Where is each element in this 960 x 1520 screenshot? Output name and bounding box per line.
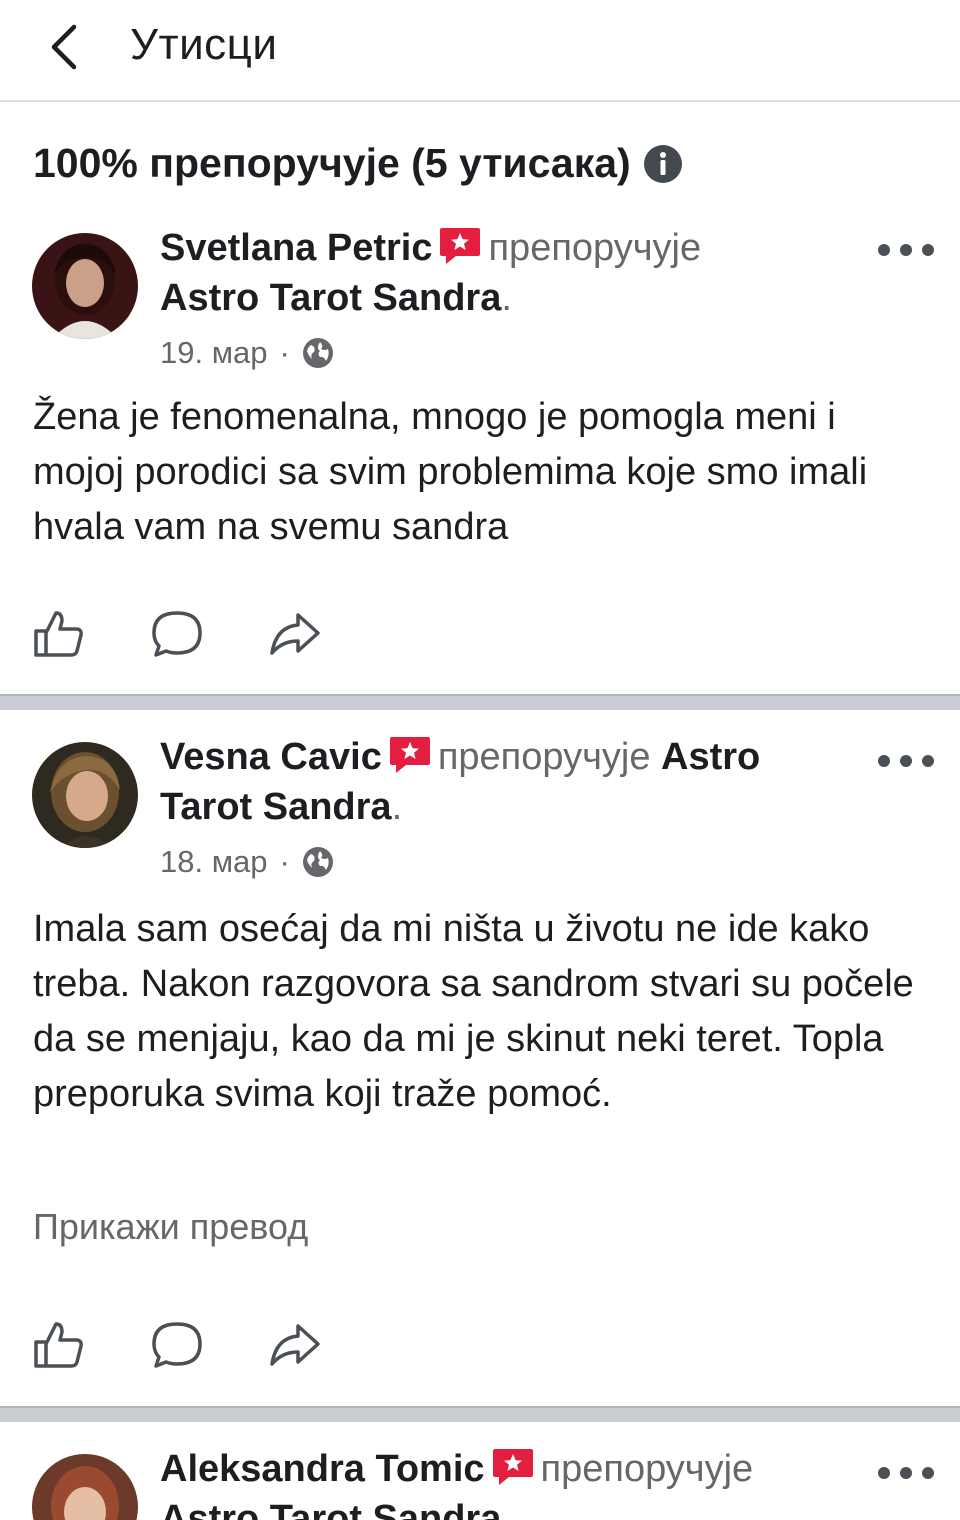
review-actions [30,607,384,661]
recommend-badge-icon [491,1447,535,1487]
share-icon [270,613,320,655]
review-header: Aleksandra Tomic препоручује Astro Tarot … [160,1444,840,1520]
globe-icon [302,846,334,878]
like-icon [34,611,83,657]
review-text: Imala sam osećaj da mi ništa u životu ne… [33,908,914,1115]
avatar[interactable] [32,742,138,848]
page-name[interactable]: Astro Tarot Sandra [160,1498,501,1520]
summary-text: 100% препоручује (5 утисака) [33,140,631,186]
info-icon[interactable] [643,144,683,184]
like-icon [34,1322,83,1368]
review-actions [30,1318,384,1372]
dot-icon [922,244,934,256]
review-date[interactable]: 18. мар [160,844,268,880]
chevron-left-icon [51,24,77,70]
comment-icon [152,611,202,657]
comment-button[interactable] [148,1318,206,1372]
recommends-label: препоручује [488,227,702,269]
avatar[interactable] [32,1454,138,1520]
review-card: Svetlana Petric препоручује Astro Tarot S… [0,215,960,693]
share-button[interactable] [266,607,324,661]
recommendation-summary: 100% препоручује (5 утисака) [33,140,683,187]
more-options-button[interactable] [878,746,934,776]
recommends-label: препоручује [540,1448,754,1490]
author-name[interactable]: Svetlana Petric [160,227,432,269]
like-button[interactable] [30,607,88,661]
section-divider [0,1406,960,1422]
review-meta: 18. мар · [160,844,334,880]
review-card: Aleksandra Tomic препоручује Astro Tarot … [0,1422,960,1520]
share-button[interactable] [266,1318,324,1372]
back-button[interactable] [38,22,88,72]
more-options-button[interactable] [878,235,934,265]
more-options-button[interactable] [878,1458,934,1488]
dot-icon [878,1467,890,1479]
review-header: Svetlana Petric препоручује Astro Tarot S… [160,226,702,319]
dot-icon [900,244,912,256]
review-card: Vesna Cavic препоручује Astro Tarot Sandr… [0,710,960,1404]
page-name[interactable]: Astro Tarot Sandra [160,277,501,319]
dot-icon [878,755,890,767]
like-button[interactable] [30,1318,88,1372]
review-text: Žena je fenomenalna, mnogo je pomogla me… [33,396,868,548]
recommend-badge-icon [388,735,432,775]
avatar[interactable] [32,233,138,339]
author-name[interactable]: Vesna Cavic [160,736,382,778]
review-meta: 19. мар · [160,335,334,371]
top-bar: Утисци [0,0,960,102]
meta-separator: · [279,335,290,370]
review-header: Vesna Cavic препоручује Astro Tarot Sandr… [160,735,761,828]
meta-separator: · [279,844,290,879]
dot-icon [900,755,912,767]
comment-icon [152,1322,202,1368]
recommends-label: препоручује [437,736,651,778]
author-name[interactable]: Aleksandra Tomic [160,1448,485,1490]
comment-button[interactable] [148,607,206,661]
section-divider [0,694,960,710]
dot-icon [922,755,934,767]
page-title: Утисци [130,20,278,69]
recommend-badge-icon [438,226,482,266]
dot-icon [922,1467,934,1479]
share-icon [270,1324,320,1366]
globe-icon [302,337,334,369]
dot-icon [878,244,890,256]
dot-icon [900,1467,912,1479]
review-date[interactable]: 19. мар [160,335,268,371]
show-translation-link[interactable]: Прикажи превод [33,1206,308,1248]
